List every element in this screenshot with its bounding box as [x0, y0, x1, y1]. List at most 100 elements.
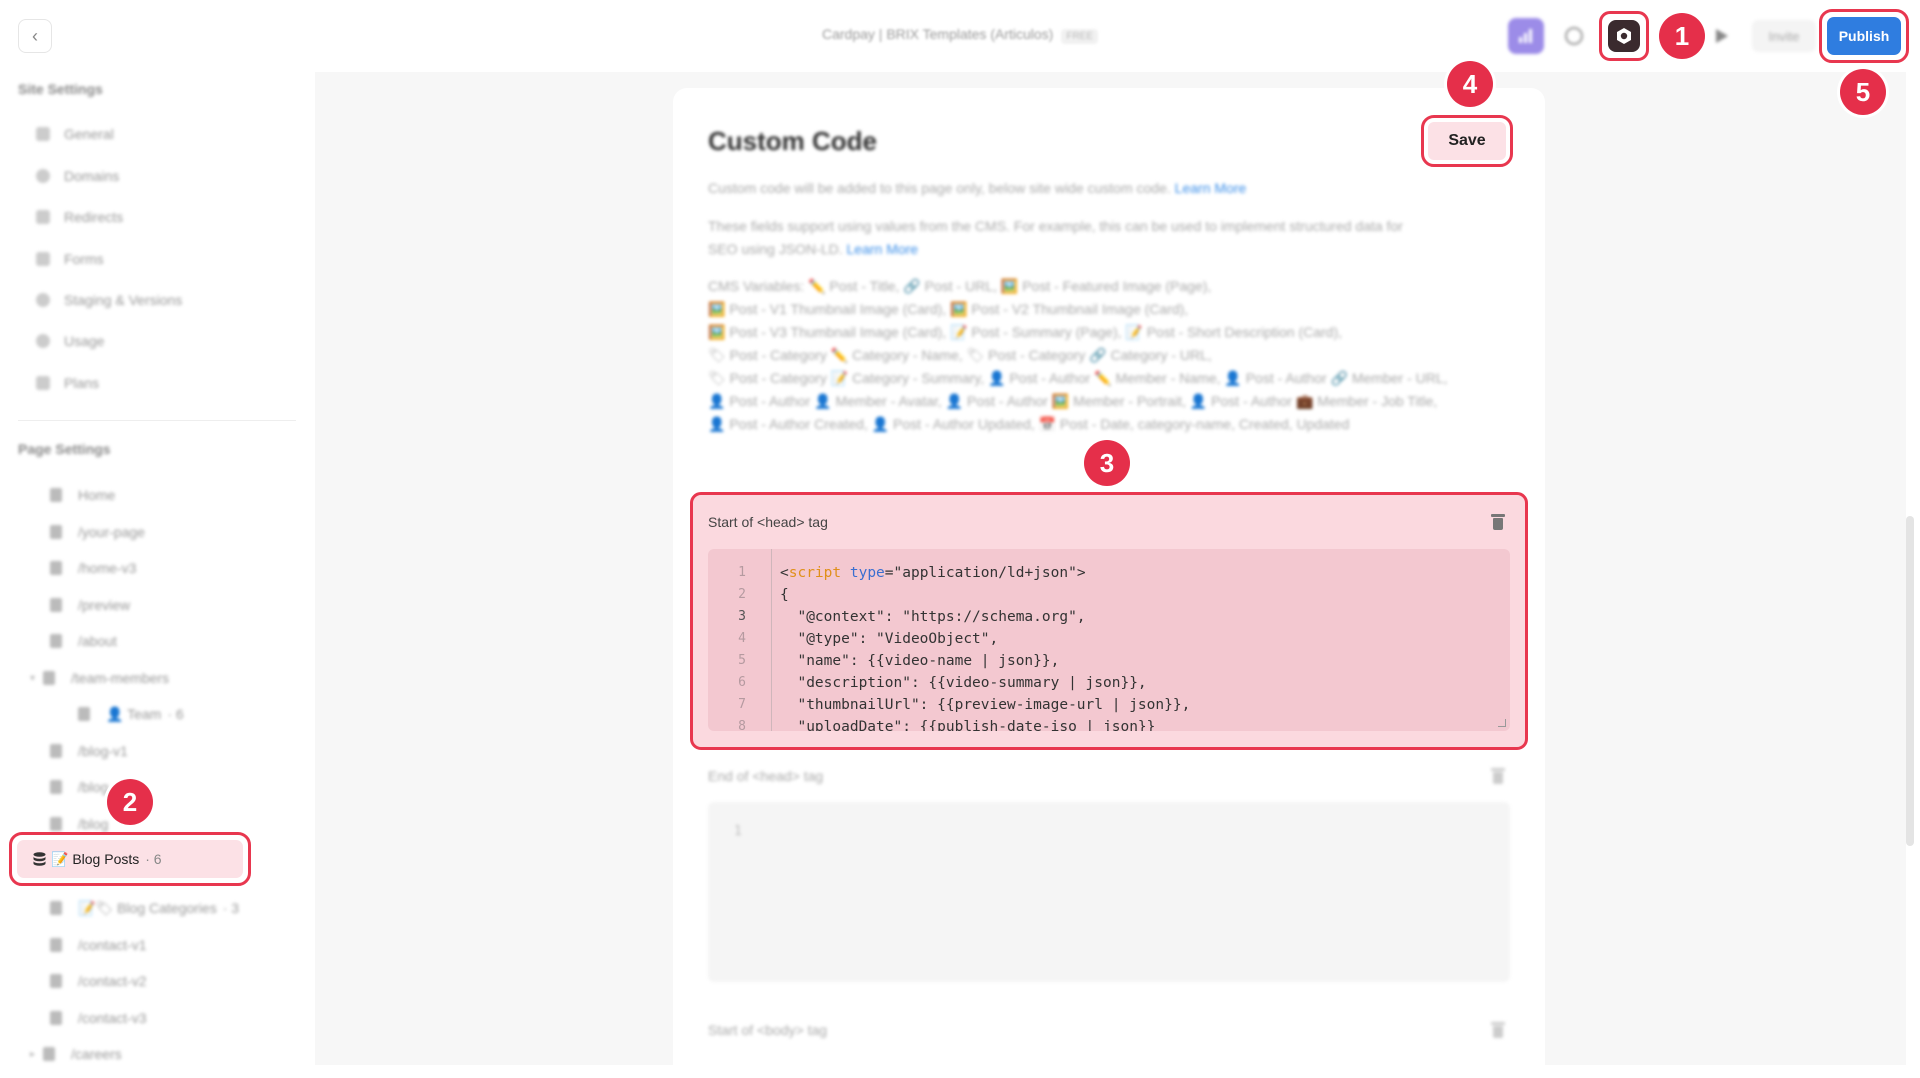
page-item[interactable]: /contact-v1 [50, 931, 146, 959]
gear-icon [1608, 20, 1640, 52]
sidebar-item-label: Forms [64, 251, 104, 267]
page-item[interactable]: /blog [50, 810, 108, 838]
step-marker: 2 [107, 779, 153, 825]
code-line: 6 "description": {{video-summary | json}… [708, 675, 1510, 697]
code-line: 7 "thumbnailUrl": {{preview-image-url | … [708, 697, 1510, 719]
line-number: 6 [738, 675, 746, 690]
top-bar: ‹ Cardpay | BRIX Templates (Articulos) FR… [0, 0, 1920, 72]
page-item-folder[interactable]: ▾ /team-members [30, 664, 169, 692]
plan-badge: FREE [1061, 29, 1099, 44]
globe-icon[interactable] [1556, 18, 1592, 54]
learn-more-link[interactable]: Learn More [1175, 180, 1247, 196]
page-item-label: /team-members [71, 670, 170, 686]
code-text: "uploadDate": {{publish-date-iso | json}… [780, 719, 1156, 731]
page-item[interactable]: /contact-v2 [50, 967, 146, 995]
page-item-collection[interactable]: 📝🏷 Blog Categories · 3 [50, 894, 239, 922]
sidebar-item-redirects[interactable]: Redirects [36, 203, 123, 231]
page-item-label: 📝🏷 Blog Categories [78, 899, 217, 916]
page-item-collection[interactable]: 👤 Team · 6 [78, 700, 184, 728]
sidebar-item-label: Staging & Versions [64, 292, 183, 308]
code-attribute: type [849, 565, 885, 581]
cms-variable-line: 🏷 Post - Category ✏️ Category - Name, 🏷 … [708, 347, 1212, 363]
sidebar-item-forms[interactable]: Forms [36, 245, 104, 273]
cms-variable-line: CMS Variables: ✏️ Post - Title, 🔗 Post -… [708, 278, 1212, 294]
line-number: 8 [738, 719, 746, 731]
site-settings-heading: Site Settings [18, 81, 103, 97]
trash-icon[interactable] [1491, 768, 1505, 784]
description-text: Custom code will be added to this page o… [708, 177, 1246, 200]
code-text: "thumbnailUrl": {{preview-image-url | js… [780, 697, 1191, 713]
cms-variable-line: 🖼️ Post - V1 Thumbnail Image (Card), 🖼️ … [708, 301, 1189, 317]
preview-play-icon[interactable] [1704, 18, 1740, 54]
page-icon [50, 780, 62, 794]
page-icon [50, 525, 62, 539]
page-item[interactable]: /blog-v1 [50, 737, 128, 765]
sidebar-item-label: General [64, 126, 114, 142]
publish-button[interactable]: Publish [1827, 17, 1901, 55]
save-button[interactable]: Save [1421, 115, 1513, 167]
sidebar-item-plans[interactable]: Plans [36, 369, 99, 397]
page-title: Custom Code [708, 126, 877, 156]
scrollbar[interactable] [1906, 516, 1914, 846]
line-number: 4 [738, 631, 746, 646]
sidebar-divider [18, 420, 296, 421]
sidebar-item-domains[interactable]: Domains [36, 162, 119, 190]
page-item-count: · 6 [145, 851, 162, 867]
code-line: 2{ [708, 587, 1510, 609]
page-item[interactable]: /blog [50, 773, 108, 801]
trash-icon[interactable] [1491, 1022, 1505, 1038]
line-number: 3 [738, 609, 746, 624]
page-icon [50, 974, 62, 988]
plans-icon [36, 376, 50, 390]
code-text: < [780, 565, 789, 581]
invite-button[interactable]: Invite [1752, 20, 1816, 52]
learn-more-link[interactable]: Learn More [847, 241, 919, 257]
page-item-label: Home [78, 487, 116, 503]
sidebar-item-usage[interactable]: Usage [36, 327, 104, 355]
page-item-folder[interactable]: ▸ /careers [30, 1040, 122, 1068]
head-end-code-editor[interactable]: 1 [708, 802, 1510, 982]
cms-description-line: These fields support using values from t… [708, 218, 1403, 234]
collection-icon [78, 707, 90, 721]
sidebar-item-label: Domains [64, 168, 120, 184]
page-item-label: /your-page [78, 524, 145, 540]
page-item-label: /blog [78, 816, 109, 832]
home-icon [50, 488, 62, 502]
code-line: 3 "@context": "https://schema.org", [708, 609, 1510, 631]
blog-posts-highlight: 📝 Blog Posts · 6 [9, 832, 251, 886]
line-number: 1 [738, 565, 746, 580]
head-start-code-editor[interactable]: 1 <script type="application/ld+json"> 2{… [708, 549, 1510, 731]
line-number: 7 [738, 697, 746, 712]
page-item[interactable]: /your-page [50, 518, 145, 546]
step-marker: 3 [1084, 440, 1130, 486]
page-item-label: /careers [71, 1046, 122, 1062]
sidebar-item-blog-posts[interactable]: 📝 Blog Posts · 6 [17, 840, 243, 878]
app-logo-icon[interactable] [1508, 18, 1544, 54]
trash-icon[interactable] [1491, 514, 1505, 530]
page-item[interactable]: /contact-v3 [50, 1004, 146, 1032]
sidebar-item-general[interactable]: General [36, 120, 114, 148]
code-line: 4 "@type": "VideoObject", [708, 631, 1510, 653]
page-item[interactable]: /home-v3 [50, 554, 136, 582]
page-icon [50, 817, 62, 831]
page-item-label: 👤 Team [106, 705, 162, 722]
page-item-label: /preview [78, 597, 131, 613]
page-item-label: /home-v3 [78, 560, 137, 576]
code-text: "@type": "VideoObject", [780, 631, 999, 647]
code-text: "description": {{video-summary | json}}, [780, 675, 1147, 691]
page-item-home[interactable]: Home [50, 481, 115, 509]
sidebar-item-label: Plans [64, 375, 100, 391]
sidebar-item-staging[interactable]: Staging & Versions [36, 286, 182, 314]
page-item-label: /blog [78, 779, 109, 795]
cms-variable-line: 👤 Post - Author 👤 Member - Avatar, 👤 Pos… [708, 393, 1438, 409]
page-item-label: /contact-v1 [78, 937, 147, 953]
page-settings-heading: Page Settings [18, 441, 111, 457]
usage-icon [36, 334, 50, 348]
settings-button[interactable] [1599, 11, 1649, 61]
page-item[interactable]: /preview [50, 591, 130, 619]
chevron-down-icon: ▾ [30, 672, 36, 684]
page-item-label: /contact-v2 [78, 973, 147, 989]
resize-handle[interactable] [1498, 719, 1506, 727]
line-number: 1 [734, 824, 742, 839]
page-item[interactable]: /about [50, 627, 117, 655]
